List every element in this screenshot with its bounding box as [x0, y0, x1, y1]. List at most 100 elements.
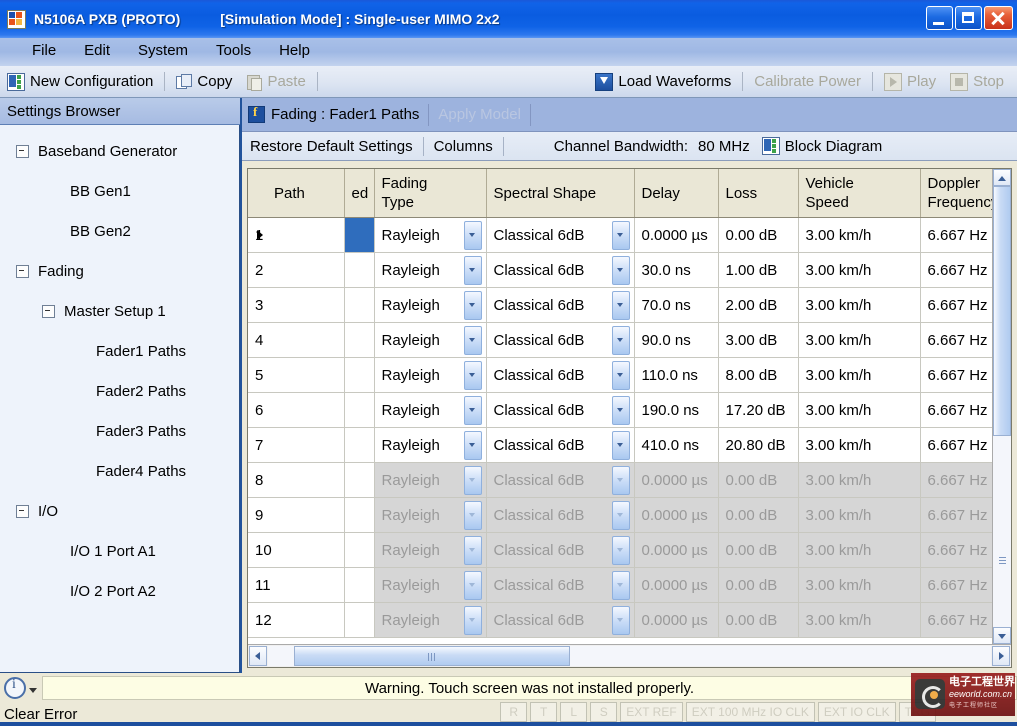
copy-button[interactable]: Copy: [169, 66, 239, 97]
spectral-shape-dropdown[interactable]: Classical 6dB: [494, 428, 630, 462]
row-fading-type-cell[interactable]: Rayleigh: [374, 357, 487, 393]
row-fading-type-cell[interactable]: Rayleigh: [374, 427, 487, 463]
sidebar-item-bb-gen2[interactable]: BB Gen2: [0, 211, 239, 251]
chevron-down-icon[interactable]: [611, 290, 630, 320]
row-delay-cell[interactable]: 90.0 ns: [634, 322, 719, 358]
horizontal-scroll-track[interactable]: [268, 646, 991, 666]
column-header-path[interactable]: Path: [248, 169, 345, 218]
chevron-down-icon[interactable]: [611, 255, 630, 285]
spectral-shape-dropdown[interactable]: Classical 6dB: [494, 463, 630, 497]
fading-type-dropdown[interactable]: Rayleigh: [382, 358, 482, 392]
row-path-cell[interactable]: 2: [248, 252, 345, 288]
row-fading-type-cell[interactable]: Rayleigh: [374, 287, 487, 323]
spectral-shape-dropdown[interactable]: Classical 6dB: [494, 218, 630, 252]
row-loss-cell[interactable]: 0.00 dB: [718, 217, 799, 253]
row-spectral-shape-cell[interactable]: Classical 6dB: [486, 357, 635, 393]
clear-error-button[interactable]: Clear Error: [4, 706, 77, 723]
chevron-down-icon[interactable]: [611, 500, 630, 530]
row-vehicle-speed-cell[interactable]: 3.00 km/h: [798, 392, 921, 428]
fading-type-dropdown[interactable]: Rayleigh: [382, 218, 482, 252]
row-delay-cell[interactable]: 190.0 ns: [634, 392, 719, 428]
sidebar-item-i-o[interactable]: I/O: [0, 491, 239, 531]
row-delay-cell[interactable]: 0.0000 µs: [634, 602, 719, 638]
vertical-scroll-thumb[interactable]: [993, 186, 1011, 436]
row-spectral-shape-cell[interactable]: Classical 6dB: [486, 427, 635, 463]
table-row[interactable]: 11 Rayleigh Classical 6dB 0.0000 µs 0.00 dB 3…: [248, 567, 992, 603]
restore-default-settings-button[interactable]: Restore Default Settings: [250, 138, 413, 155]
info-icon[interactable]: [4, 677, 26, 699]
row-spectral-shape-cell[interactable]: Classical 6dB: [486, 602, 635, 638]
row-vehicle-speed-cell[interactable]: 3.00 km/h: [798, 532, 921, 568]
row-doppler-cell[interactable]: 6.667 Hz: [920, 217, 992, 253]
row-loss-cell[interactable]: 0.00 dB: [718, 462, 799, 498]
row-enabled-checkbox-cell[interactable]: [344, 532, 375, 568]
menu-item-file[interactable]: File: [18, 38, 70, 62]
fading-type-dropdown[interactable]: Rayleigh: [382, 568, 482, 602]
sidebar-item-fading[interactable]: Fading: [0, 251, 239, 291]
fading-type-dropdown[interactable]: Rayleigh: [382, 498, 482, 532]
sidebar-item-i-o-2-port-a2[interactable]: I/O 2 Port A2: [0, 571, 239, 611]
chevron-down-icon[interactable]: [611, 325, 630, 355]
chevron-down-icon[interactable]: [463, 325, 482, 355]
row-doppler-cell[interactable]: 6.667 Hz: [920, 602, 992, 638]
row-loss-cell[interactable]: 0.00 dB: [718, 497, 799, 533]
chevron-down-icon[interactable]: [463, 535, 482, 565]
tree-collapse-icon[interactable]: [16, 144, 29, 158]
sidebar-item-bb-gen1[interactable]: BB Gen1: [0, 171, 239, 211]
minimize-button[interactable]: [926, 6, 953, 30]
chevron-down-icon[interactable]: [611, 360, 630, 390]
row-doppler-cell[interactable]: 6.667 Hz: [920, 532, 992, 568]
chevron-down-icon[interactable]: [463, 570, 482, 600]
vertical-scroll-track[interactable]: [993, 186, 1011, 627]
chevron-down-icon[interactable]: [463, 290, 482, 320]
row-enabled-checkbox-cell[interactable]: [344, 602, 375, 638]
menu-item-help[interactable]: Help: [265, 38, 324, 62]
tree-collapse-icon[interactable]: [16, 264, 29, 278]
fading-type-dropdown[interactable]: Rayleigh: [382, 393, 482, 427]
row-vehicle-speed-cell[interactable]: 3.00 km/h: [798, 357, 921, 393]
fading-type-dropdown[interactable]: Rayleigh: [382, 533, 482, 567]
row-fading-type-cell[interactable]: Rayleigh: [374, 392, 487, 428]
row-enabled-checkbox-cell[interactable]: [344, 462, 375, 498]
menu-item-system[interactable]: System: [124, 38, 202, 62]
row-vehicle-speed-cell[interactable]: 3.00 km/h: [798, 287, 921, 323]
table-row[interactable]: 7 Rayleigh Classical 6dB 410.0 ns 20.80 dB 3.…: [248, 427, 992, 463]
column-header-delay[interactable]: Delay: [634, 169, 719, 218]
row-path-cell[interactable]: 9: [248, 497, 345, 533]
spectral-shape-dropdown[interactable]: Classical 6dB: [494, 358, 630, 392]
chevron-down-icon[interactable]: [463, 605, 482, 635]
row-fading-type-cell[interactable]: Rayleigh: [374, 252, 487, 288]
spectral-shape-dropdown[interactable]: Classical 6dB: [494, 498, 630, 532]
chevron-down-icon[interactable]: [611, 220, 630, 250]
row-vehicle-speed-cell[interactable]: 3.00 km/h: [798, 252, 921, 288]
row-delay-cell[interactable]: 30.0 ns: [634, 252, 719, 288]
row-enabled-checkbox-cell[interactable]: [344, 217, 375, 253]
chevron-down-icon[interactable]: [611, 570, 630, 600]
row-path-cell[interactable]: 12: [248, 602, 345, 638]
chevron-down-icon[interactable]: [463, 395, 482, 425]
row-spectral-shape-cell[interactable]: Classical 6dB: [486, 462, 635, 498]
row-fading-type-cell[interactable]: Rayleigh: [374, 532, 487, 568]
row-loss-cell[interactable]: 3.00 dB: [718, 322, 799, 358]
chevron-down-icon[interactable]: [611, 465, 630, 495]
fading-type-dropdown[interactable]: Rayleigh: [382, 288, 482, 322]
row-path-cell[interactable]: 11: [248, 567, 345, 603]
row-path-cell[interactable]: 5: [248, 357, 345, 393]
row-spectral-shape-cell[interactable]: Classical 6dB: [486, 567, 635, 603]
menu-item-tools[interactable]: Tools: [202, 38, 265, 62]
vertical-scrollbar[interactable]: [992, 169, 1011, 644]
row-fading-type-cell[interactable]: Rayleigh: [374, 322, 487, 358]
row-path-cell[interactable]: 7: [248, 427, 345, 463]
row-fading-type-cell[interactable]: Rayleigh: [374, 497, 487, 533]
column-header-enabled[interactable]: ed: [344, 169, 375, 218]
row-doppler-cell[interactable]: 6.667 Hz: [920, 567, 992, 603]
row-loss-cell[interactable]: 0.00 dB: [718, 602, 799, 638]
row-delay-cell[interactable]: 410.0 ns: [634, 427, 719, 463]
chevron-down-icon[interactable]: [611, 395, 630, 425]
spectral-shape-dropdown[interactable]: Classical 6dB: [494, 568, 630, 602]
spectral-shape-dropdown[interactable]: Classical 6dB: [494, 288, 630, 322]
scroll-left-button[interactable]: [249, 646, 267, 666]
row-fading-type-cell[interactable]: Rayleigh: [374, 567, 487, 603]
row-spectral-shape-cell[interactable]: Classical 6dB: [486, 532, 635, 568]
row-delay-cell[interactable]: 0.0000 µs: [634, 567, 719, 603]
